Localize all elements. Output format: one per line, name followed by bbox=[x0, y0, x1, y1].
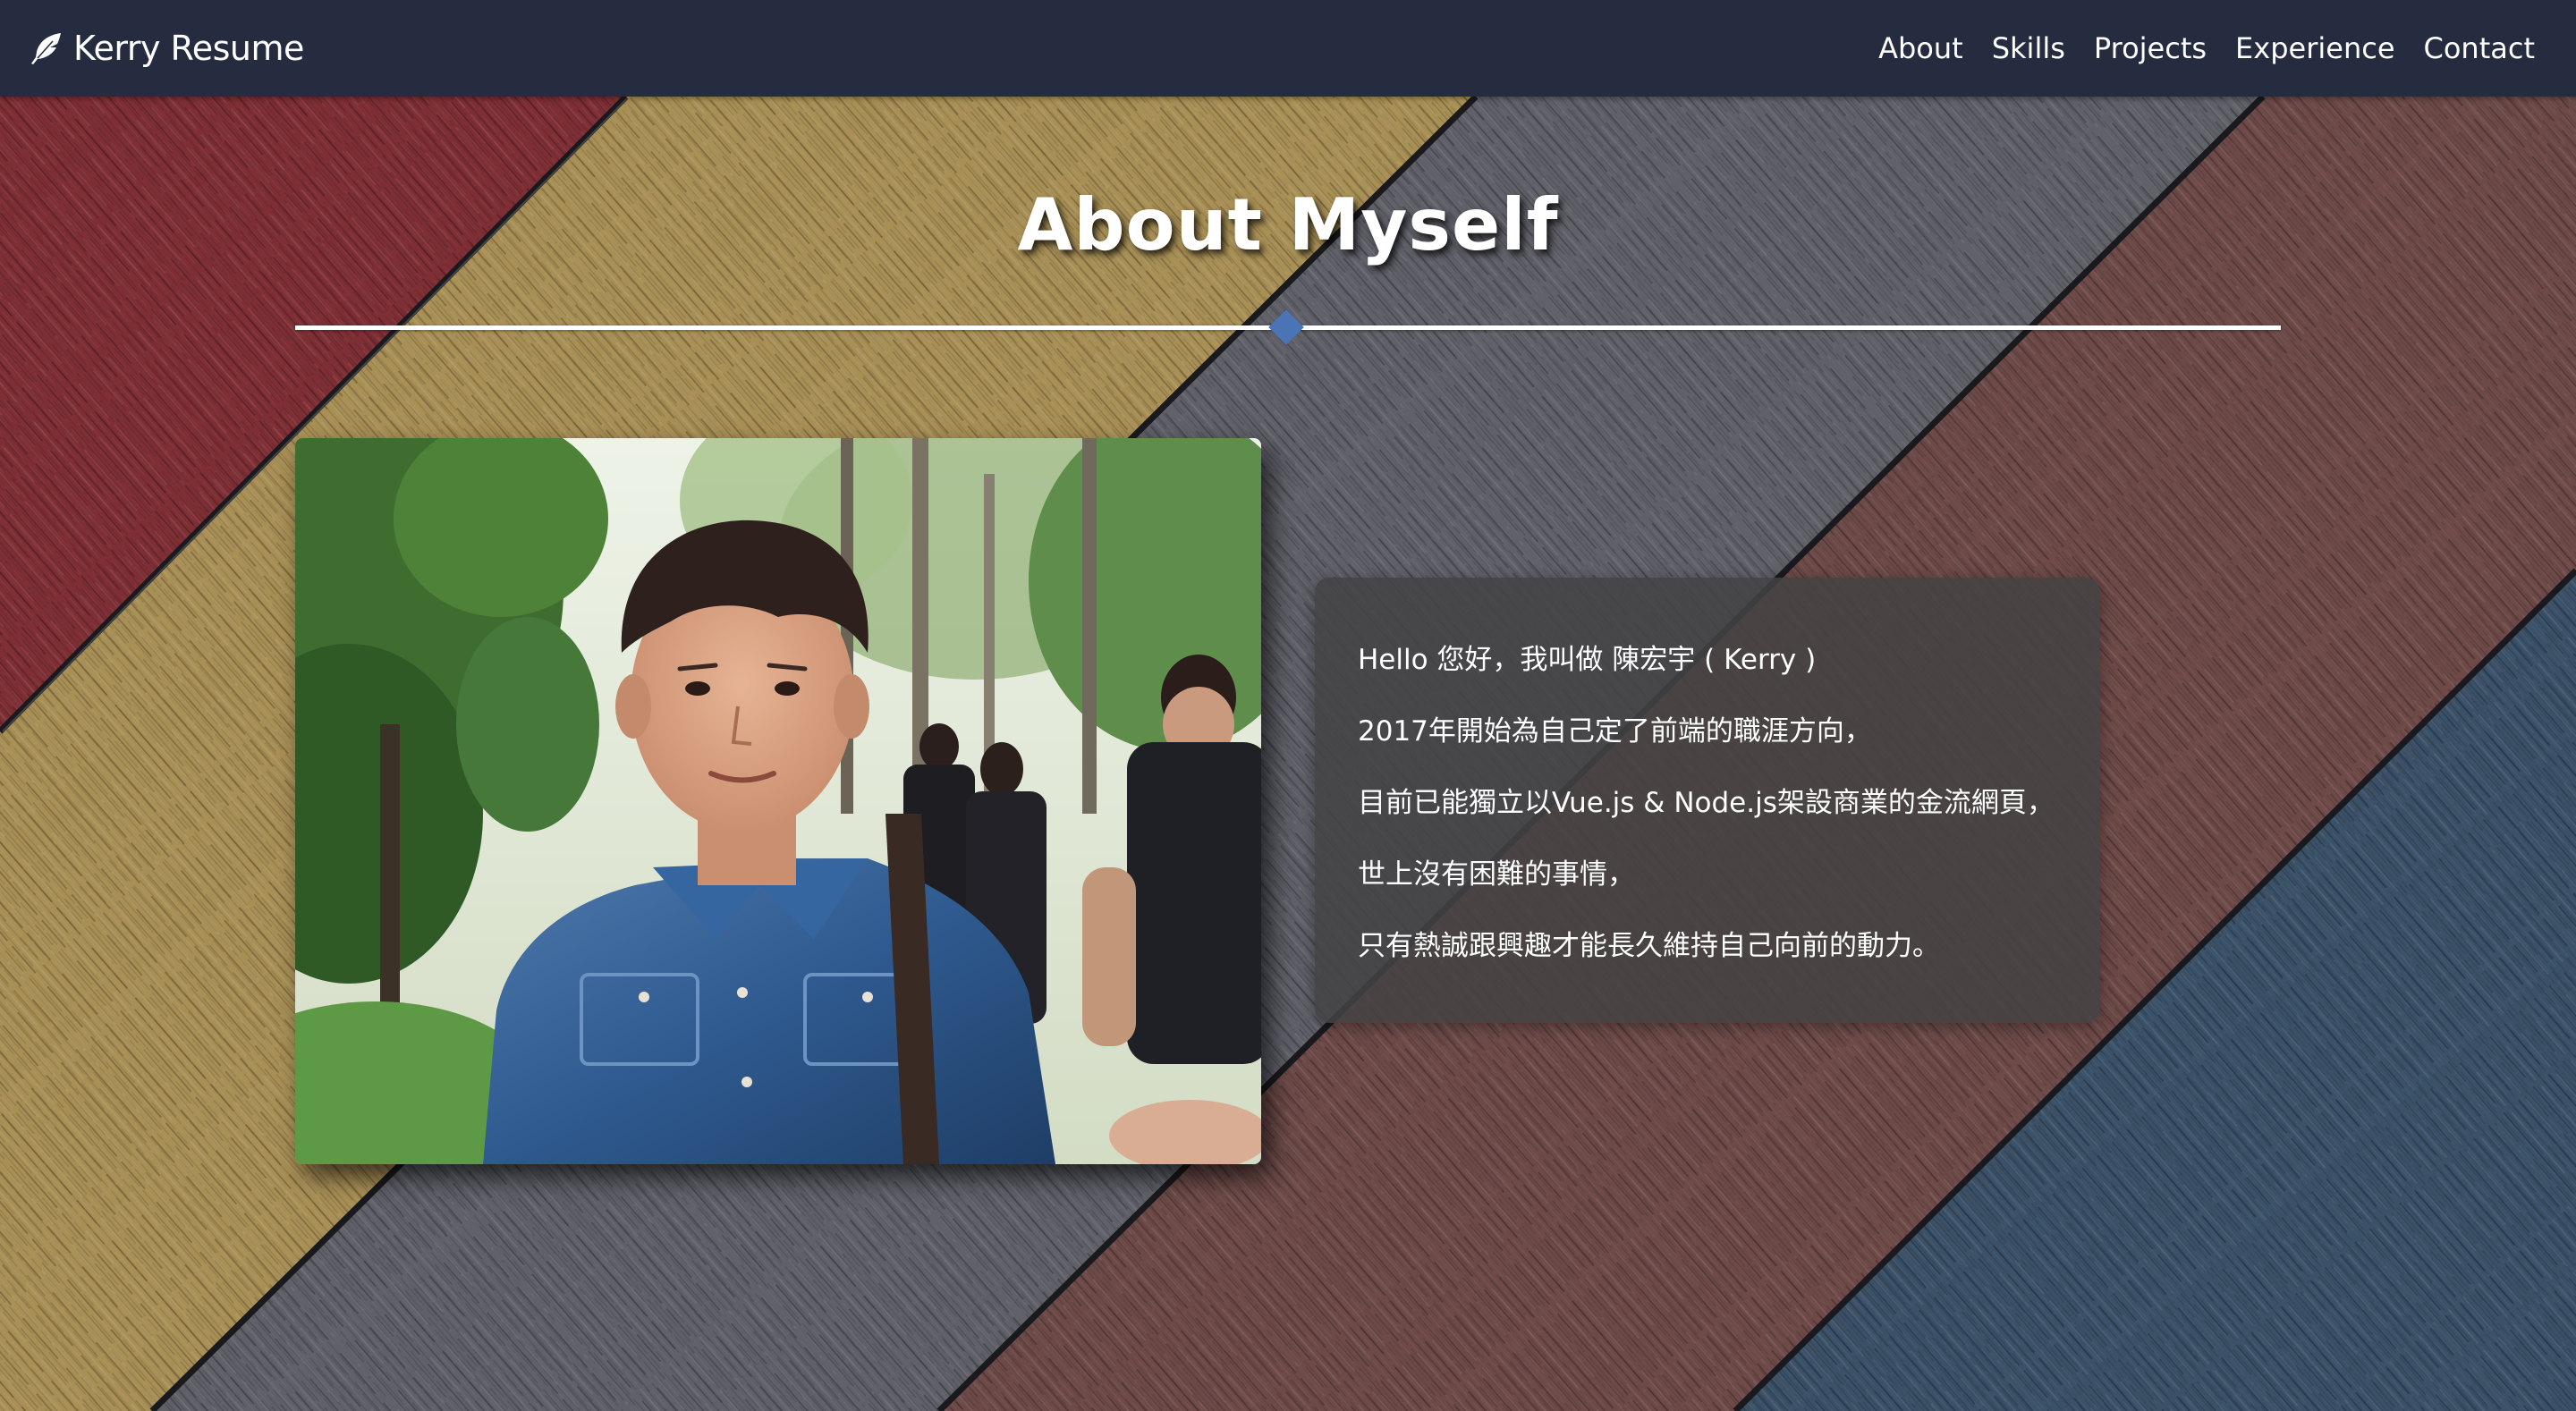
intro-line-motto-2: 只有熱誠跟興趣才能長久維持自己向前的動力。 bbox=[1358, 930, 1940, 962]
nav-link-contact[interactable]: Contact bbox=[2424, 31, 2536, 65]
page: Kerry Resume About Skills Projects Exper… bbox=[0, 0, 2576, 1411]
nav-link-skills[interactable]: Skills bbox=[1992, 31, 2065, 65]
intro-line-current-skill: 目前已能獨立以Vue.js & Node.js架設商業的金流網頁， bbox=[1358, 787, 2055, 819]
profile-photo bbox=[295, 438, 1261, 1164]
brand-link[interactable]: Kerry Resume bbox=[29, 0, 304, 97]
intro-line-greeting: Hello 您好，我叫做 陳宏宇 ( Kerry ) bbox=[1358, 644, 1817, 676]
nav-link-projects[interactable]: Projects bbox=[2094, 31, 2207, 65]
nav-link-experience[interactable]: Experience bbox=[2235, 31, 2394, 65]
nav-link-about[interactable]: About bbox=[1878, 31, 1963, 65]
nav-links: About Skills Projects Experience Contact bbox=[1878, 0, 2535, 97]
intro-line-career-start: 2017年開始為自己定了前端的職涯方向， bbox=[1358, 715, 1872, 748]
feather-icon bbox=[29, 30, 64, 66]
intro-card: Hello 您好，我叫做 陳宏宇 ( Kerry ) 2017年開始為自己定了前… bbox=[1315, 578, 2100, 1023]
brand-name: Kerry Resume bbox=[73, 29, 304, 68]
intro-line-motto-1: 世上沒有困難的事情， bbox=[1358, 858, 1635, 891]
section-title: About Myself bbox=[1017, 183, 1559, 266]
top-navbar: Kerry Resume About Skills Projects Exper… bbox=[0, 0, 2576, 97]
